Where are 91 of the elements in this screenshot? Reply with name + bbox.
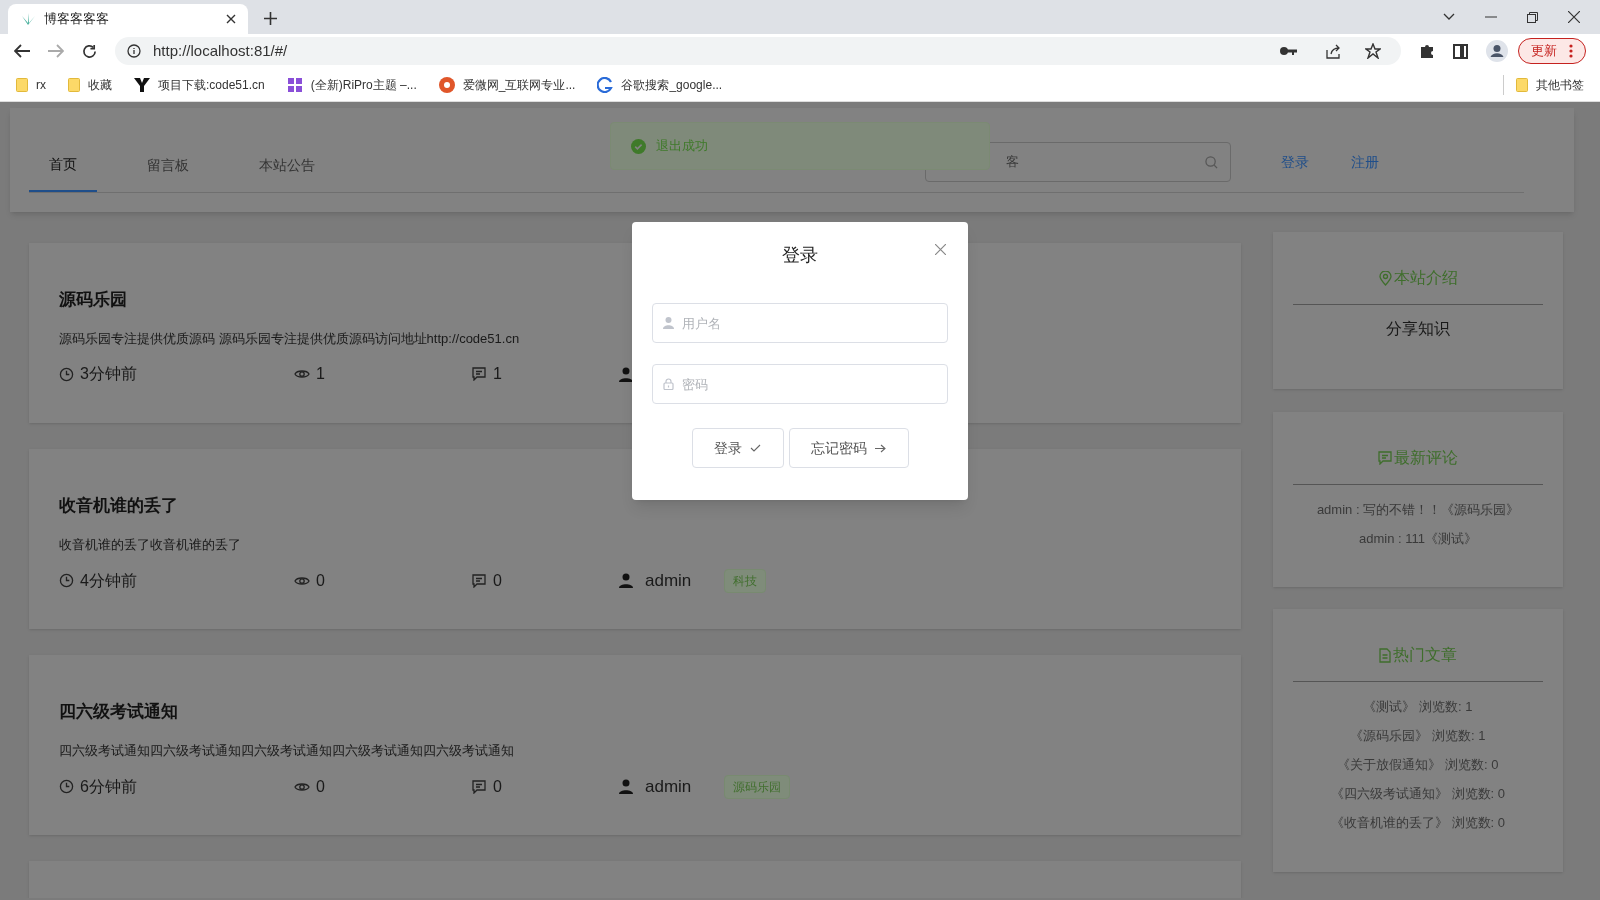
bookmark-item[interactable]: 收藏 — [68, 75, 112, 94]
login-button[interactable]: 登录 — [691, 428, 784, 468]
lock-icon — [663, 378, 674, 390]
info-icon — [127, 44, 141, 58]
view-count: 0 — [316, 570, 325, 591]
back-icon[interactable] — [14, 44, 30, 58]
comment-count: 1 — [493, 364, 502, 384]
card-title: 热门文章 — [1393, 645, 1457, 665]
bookmark-item[interactable]: (全新)RiPro主题 –... — [286, 75, 417, 94]
post-title[interactable]: 收音机谁的丢了 — [59, 493, 1211, 519]
nav-tab[interactable]: 本站公告 — [239, 138, 335, 192]
grid-logo-icon — [286, 76, 303, 93]
clock-icon — [59, 573, 74, 589]
check-circle-icon — [631, 138, 646, 154]
user-icon — [619, 779, 633, 795]
comment-entry[interactable]: admin : 写的不错！！《源码乐园》 — [1316, 502, 1520, 517]
intro-text: 分享知识 — [1385, 319, 1451, 339]
view-count: 1 — [316, 364, 325, 384]
user-icon — [619, 573, 633, 589]
clock-icon — [59, 366, 74, 382]
reload-icon[interactable] — [82, 43, 97, 59]
arrow-right-icon — [875, 443, 886, 453]
search-icon — [1205, 155, 1218, 169]
bookmark-item[interactable]: 项目下载:code51.cn — [134, 75, 265, 94]
user-icon — [663, 317, 674, 329]
article-link[interactable]: 《收音机谁的丢了》 浏览数: 0 — [1330, 815, 1506, 830]
post-excerpt: 四六级考试通知四六级考试通知四六级考试通知四六级考试通知四六级考试通知 — [59, 741, 515, 760]
folder-icon — [1516, 78, 1528, 92]
new-tab-icon[interactable] — [264, 12, 277, 25]
close-icon[interactable] — [1568, 11, 1580, 23]
location-pin-icon — [1378, 270, 1392, 286]
side-panel-icon[interactable] — [1453, 43, 1468, 59]
y-logo-icon — [134, 77, 150, 92]
bookmark-item[interactable]: 其他书签 — [1516, 76, 1584, 94]
username-field[interactable]: 用户名 — [652, 303, 948, 343]
bookmark-item[interactable]: rx — [16, 75, 46, 94]
more-icon — [1569, 44, 1573, 58]
check-icon — [750, 444, 761, 452]
comment-count: 0 — [493, 570, 502, 591]
author-name: admin — [645, 776, 692, 798]
dialog-title: 登录 — [782, 245, 818, 265]
article-link[interactable]: 《四六级考试通知》 浏览数: 0 — [1330, 786, 1506, 801]
update-button[interactable]: 更新 — [1518, 38, 1586, 64]
post-excerpt: 源码乐园专注提供优质源码 源码乐园专注提供优质源码访问地址http://code51.cn — [59, 329, 521, 348]
folder-icon — [68, 77, 80, 92]
card-title: 本站介绍 — [1393, 268, 1458, 288]
card-title: 最新评论 — [1394, 448, 1458, 468]
comment-icon — [472, 573, 486, 588]
document-icon — [1379, 647, 1391, 663]
article-link[interactable]: 《测试》 浏览数: 1 — [1363, 699, 1473, 714]
globe-logo-icon — [597, 76, 614, 93]
password-field[interactable]: 密码 — [652, 364, 948, 404]
comment-icon — [472, 779, 486, 794]
puzzle-icon[interactable] — [1419, 43, 1435, 59]
post-time: 3分钟前 — [80, 364, 137, 384]
nav-tab[interactable]: 首页 — [29, 138, 97, 192]
eye-icon — [294, 780, 310, 793]
post-time: 6分钟前 — [80, 776, 137, 797]
browser-tab[interactable]: 博客客客客 — [8, 4, 248, 34]
address-bar[interactable]: http://localhost:81/#/ — [115, 37, 1401, 65]
article-link[interactable]: 《关于放假通知》 浏览数: 0 — [1337, 757, 1499, 772]
article-link[interactable]: 《源码乐园》 浏览数: 1 — [1350, 728, 1486, 743]
star-icon[interactable] — [1365, 43, 1381, 59]
post-time: 4分钟前 — [80, 570, 137, 591]
share-icon[interactable] — [1325, 43, 1341, 59]
bookmark-item[interactable]: 谷歌搜索_google... — [597, 75, 723, 94]
post-excerpt: 收音机谁的丢了收音机谁的丢了 — [59, 535, 242, 554]
eye-icon — [294, 368, 310, 380]
tab-title: 博客客客客 — [44, 10, 110, 29]
chevron-down-icon[interactable] — [1443, 13, 1455, 21]
comment-entry[interactable]: admin : 111《测试》 — [1359, 531, 1477, 546]
post-title[interactable]: 四六级考试通知 — [59, 699, 1211, 725]
close-icon[interactable] — [226, 14, 236, 24]
restore-icon[interactable] — [1527, 11, 1538, 23]
clock-icon — [59, 779, 74, 795]
toast-message: 退出成功 — [656, 137, 708, 156]
bookmark-item[interactable]: 爱微网_互联网专业... — [438, 75, 576, 94]
comment-icon — [1378, 451, 1392, 465]
comment-icon — [472, 367, 486, 381]
nav-tab[interactable]: 留言板 — [127, 138, 209, 192]
forgot-password-button[interactable]: 忘记密码 — [788, 428, 909, 468]
key-icon[interactable] — [1280, 46, 1297, 56]
author-name: admin — [645, 570, 692, 592]
comment-count: 0 — [493, 776, 502, 797]
circle-logo-icon — [438, 76, 455, 93]
eye-icon — [294, 574, 310, 587]
view-count: 0 — [316, 776, 325, 797]
folder-icon — [16, 77, 28, 92]
profile-icon[interactable] — [1486, 40, 1508, 62]
user-icon — [619, 366, 633, 382]
url-text: http://localhost:81/#/ — [153, 40, 289, 61]
